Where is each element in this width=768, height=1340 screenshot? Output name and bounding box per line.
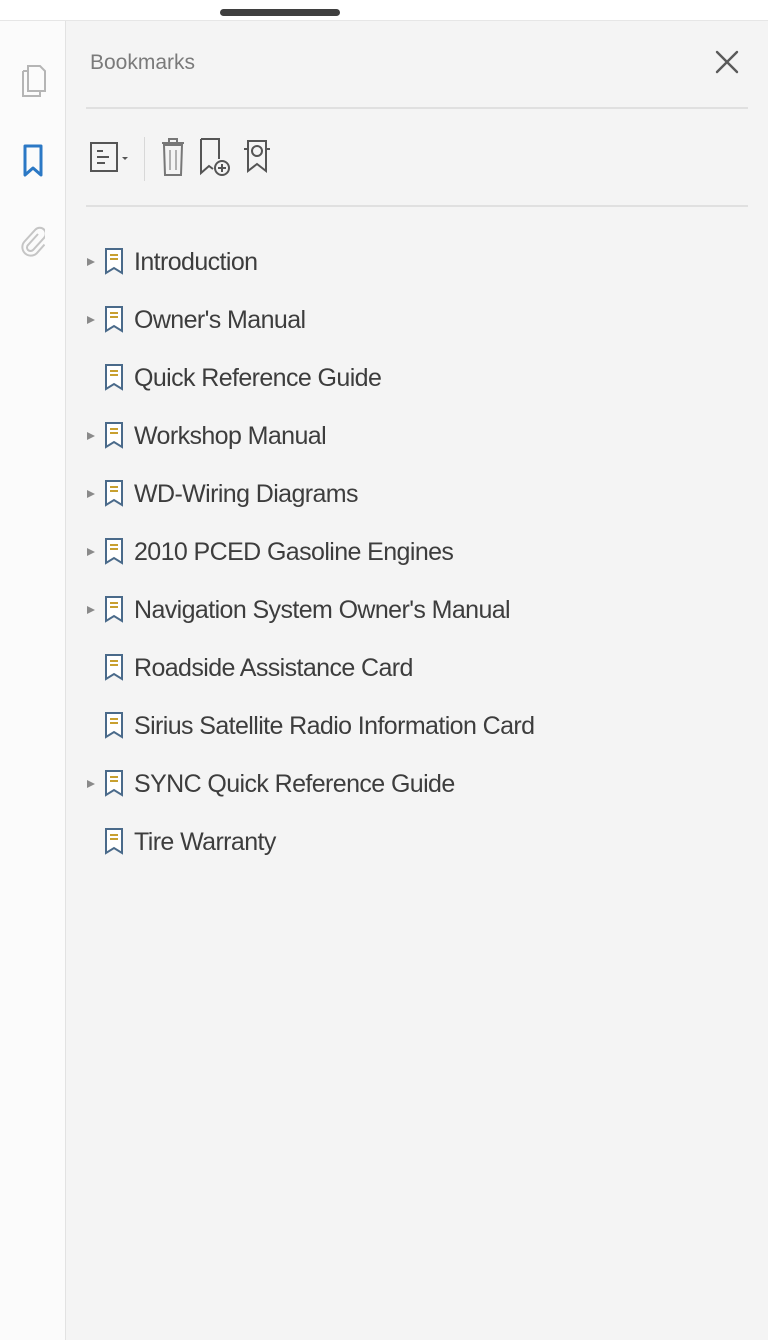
expand-icon[interactable]	[82, 253, 100, 271]
bookmark-label: Quick Reference Guide	[134, 363, 382, 392]
options-menu-icon	[87, 137, 133, 182]
toolbar-divider	[86, 205, 748, 207]
page-thumbnails-button[interactable]	[14, 61, 52, 101]
bookmark-label: Sirius Satellite Radio Information Card	[134, 711, 535, 740]
trash-icon	[158, 135, 188, 184]
bookmark-item[interactable]: Sirius Satellite Radio Information Card	[82, 697, 758, 755]
bookmark-page-icon	[100, 768, 128, 800]
bookmark-label: Tire Warranty	[134, 827, 276, 856]
options-menu-button[interactable]	[86, 133, 134, 185]
bookmark-label: Owner's Manual	[134, 305, 306, 334]
expand-icon[interactable]	[82, 601, 100, 619]
bookmark-page-icon	[100, 652, 128, 684]
close-panel-button[interactable]	[710, 47, 744, 81]
bookmark-item[interactable]: Roadside Assistance Card	[82, 639, 758, 697]
expand-icon[interactable]	[82, 311, 100, 329]
attachments-button[interactable]	[14, 221, 52, 261]
bookmark-label: Roadside Assistance Card	[134, 653, 413, 682]
bookmark-item[interactable]: SYNC Quick Reference Guide	[82, 755, 758, 813]
header-divider	[86, 107, 748, 109]
panel-title: Bookmarks	[90, 51, 196, 74]
bookmarks-toolbar	[86, 129, 281, 189]
bookmark-page-icon	[100, 478, 128, 510]
bookmark-label: WD-Wiring Diagrams	[134, 479, 359, 508]
bookmark-page-icon	[100, 710, 128, 742]
bookmark-label: Introduction	[134, 247, 258, 276]
bookmark-tree: Introduction Owner's Manual Quick Refere…	[82, 233, 758, 871]
bookmark-page-icon	[100, 420, 128, 452]
bookmarks-panel-button[interactable]	[14, 141, 52, 181]
bookmark-item[interactable]: Navigation System Owner's Manual	[82, 581, 758, 639]
paperclip-icon	[21, 224, 45, 258]
navigation-rail	[0, 21, 66, 1340]
close-icon	[714, 49, 740, 80]
bookmark-item[interactable]: 2010 PCED Gasoline Engines	[82, 523, 758, 581]
bookmark-page-icon	[100, 826, 128, 858]
bookmark-page-icon	[100, 246, 128, 278]
expand-icon[interactable]	[82, 543, 100, 561]
pages-icon	[20, 64, 46, 98]
bookmark-item[interactable]: WD-Wiring Diagrams	[82, 465, 758, 523]
toolbar-separator	[144, 137, 145, 181]
bookmark-page-icon	[100, 536, 128, 568]
bookmark-label: Navigation System Owner's Manual	[134, 595, 511, 624]
bookmark-item[interactable]: Workshop Manual	[82, 407, 758, 465]
panel-header: Bookmarks	[88, 41, 748, 101]
bookmark-item[interactable]: Owner's Manual	[82, 291, 758, 349]
add-bookmark-icon	[197, 135, 233, 184]
bookmark-item[interactable]: Tire Warranty	[82, 813, 758, 871]
bookmark-icon	[22, 144, 44, 178]
bookmark-page-icon	[100, 362, 128, 394]
drag-handle[interactable]	[220, 9, 340, 16]
bookmark-page-icon	[100, 594, 128, 626]
find-current-bookmark-button[interactable]	[237, 133, 281, 185]
delete-bookmark-button[interactable]	[153, 133, 193, 185]
bookmark-page-icon	[100, 304, 128, 336]
expand-icon[interactable]	[82, 485, 100, 503]
expand-icon[interactable]	[82, 427, 100, 445]
find-bookmark-icon	[240, 135, 278, 184]
bookmarks-pane-window: Bookmarks Introduction Owner's Manual Qu…	[0, 0, 768, 1340]
bookmark-label: Workshop Manual	[134, 421, 327, 450]
bookmark-label: 2010 PCED Gasoline Engines	[134, 537, 454, 566]
new-bookmark-button[interactable]	[193, 133, 237, 185]
bookmark-item[interactable]: Quick Reference Guide	[82, 349, 758, 407]
bookmark-label: SYNC Quick Reference Guide	[134, 769, 455, 798]
expand-icon[interactable]	[82, 775, 100, 793]
bookmarks-panel: Bookmarks Introduction Owner's Manual Qu…	[66, 21, 768, 1340]
bookmark-item[interactable]: Introduction	[82, 233, 758, 291]
